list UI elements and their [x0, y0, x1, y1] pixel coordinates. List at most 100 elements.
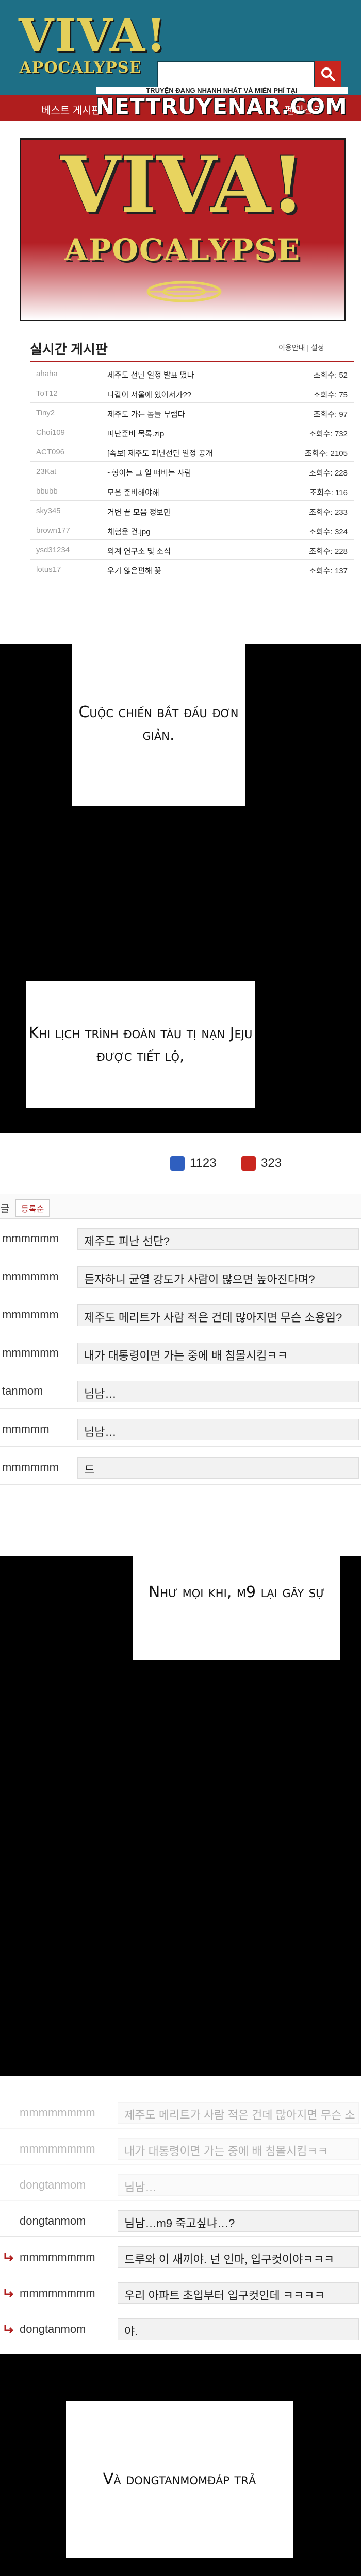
- board-row[interactable]: ahaha 제주도 선단 일정 발표 떴다 조회수: 52: [30, 365, 354, 383]
- banner-subtitle: APOCALYPSE: [64, 232, 301, 267]
- comment-nick[interactable]: mmmmmm: [2, 1346, 59, 1360]
- search-button[interactable]: [315, 61, 341, 88]
- board-row-title: 피난준비 목록.zip: [107, 430, 165, 438]
- board-row-author: ToT12: [36, 389, 58, 398]
- comment-nick[interactable]: mmmmmm: [2, 1270, 59, 1283]
- comment-text: 드루와 이 새끼야. 넌 인마, 입구컷이야ㅋㅋㅋ: [118, 2246, 359, 2268]
- comment-row: dongtanmom 님남…: [0, 2169, 361, 2201]
- forum-screenshot: VIVA! APOCALYPSE 베스트 게시판 펜미스크 TRUYỆN ĐAN…: [0, 0, 361, 644]
- banner: VIVA! APOCALYPSE: [20, 138, 346, 321]
- comment-row: mmmmmm 제주도 메리트가 사람 적은 건데 많아지면 무슨 소용임?: [0, 1297, 361, 1332]
- board-row-title: 제주도 가는 놈들 부럽다: [107, 410, 185, 419]
- search-icon: [321, 67, 335, 81]
- comment-row: mmmmmm 내가 대통령이면 가는 중에 배 침몰시킴ㅋㅋ: [0, 1335, 361, 1370]
- comment-row: mmmmmmmm 내가 대통령이면 가는 중에 배 침몰시킴ㅋㅋ: [0, 2133, 361, 2165]
- site-logo[interactable]: VIVA! APOCALYPSE: [19, 8, 167, 83]
- comment-text: 듣자하니 균열 강도가 사람이 많으면 높아진다며?: [77, 1266, 359, 1288]
- dislike-button[interactable]: 323: [241, 1156, 282, 1171]
- board-row-author: ysd31234: [36, 546, 70, 554]
- board-row-views: 조회수: 97: [313, 410, 348, 419]
- comment-row: mmmmmm 드: [0, 1450, 361, 1485]
- thumbs-up-icon: [170, 1156, 185, 1171]
- like-button[interactable]: 1123: [170, 1156, 217, 1171]
- board-row-author: bbubb: [36, 487, 58, 496]
- comment-text: 님남…m9 죽고싶냐…?: [118, 2210, 359, 2232]
- board-row[interactable]: 23Kat ~형이는 그 일 떠버는 사람 조회수: 228: [30, 463, 354, 481]
- board-row-title: 외계 연구소 및 소식: [107, 547, 171, 556]
- comment-text: 제주도 피난 선단?: [77, 1228, 359, 1250]
- thumbs-down-icon: [241, 1156, 256, 1171]
- board-row[interactable]: Choi109 피난준비 목록.zip 조회수: 732: [30, 423, 354, 442]
- reply-arrow-icon: [4, 2325, 14, 2334]
- reply-arrow-icon: [4, 2253, 14, 2262]
- board-row-author: sky345: [36, 506, 61, 515]
- comment-nick[interactable]: mmmmmm: [2, 1232, 59, 1245]
- comments-screenshot-2: mmmmmmmm 제주도 메리트가 사람 적은 건데 많아지면 무슨 소 mmmmm…: [0, 2076, 361, 2354]
- comment-text: 야.: [118, 2318, 359, 2340]
- board-row-author: Tiny2: [36, 409, 55, 417]
- comment-text: 님남…: [118, 2174, 359, 2196]
- sort-register-button[interactable]: 등록순: [15, 1199, 50, 1217]
- board-row[interactable]: ACT096 [속보] 제주도 피난선단 일정 공개 조회수: 2105: [30, 443, 354, 462]
- comment-row: tanmom 님남…: [0, 1374, 361, 1409]
- board-row[interactable]: ysd31234 외계 연구소 및 소식 조회수: 228: [30, 541, 354, 560]
- comment-text: 제주도 메리트가 사람 적은 건데 많아지면 무슨 소: [118, 2102, 359, 2124]
- board-row-title: ~형이는 그 일 떠버는 사람: [107, 469, 192, 478]
- comments-screenshot: 1123 323 글 등록순 mmmmmm 제주도 피난 선단? mmmmmm 듣자하…: [0, 1133, 361, 1556]
- comment-row: dongtanmom 야.: [0, 2313, 361, 2345]
- board-row-title: 모음 준비해야해: [107, 488, 159, 497]
- board-row-views: 조회수: 137: [309, 567, 348, 575]
- emblem-icon: [146, 281, 222, 302]
- comment-nick[interactable]: mmmmm: [2, 1422, 50, 1436]
- board-row-author: ahaha: [36, 369, 58, 378]
- board-row-title: 체험운 건.jpg: [107, 528, 151, 536]
- comment-row: mmmmmmmm 드루와 이 새끼야. 넌 인마, 입구컷이야ㅋㅋㅋ: [0, 2241, 361, 2273]
- caption-text: Như mọi khi, m9 lại gây sự: [148, 1583, 325, 1601]
- watermark: TRUYỆN ĐANG NHANH NHẤT VÀ MIỄN PHÍ TẠI N…: [96, 87, 348, 119]
- comment-row: mmmmm 님남…: [0, 1412, 361, 1447]
- comment-nick[interactable]: dongtanmom: [20, 2214, 86, 2228]
- search-input[interactable]: [157, 61, 315, 88]
- banner-title: VIVA!: [60, 140, 305, 230]
- comments-header: 글 등록순: [0, 1194, 361, 1219]
- comment-nick[interactable]: tanmom: [2, 1384, 43, 1398]
- board-row-views: 조회수: 228: [309, 469, 348, 478]
- comment-text: 우리 아파트 초입부터 입구컷인데 ㅋㅋㅋㅋ: [118, 2282, 359, 2304]
- caption-box: Cuộc chiến bắt đầu đơn giản.: [72, 641, 245, 806]
- board-row-views: 조회수: 228: [309, 547, 348, 556]
- board-row-author: brown177: [36, 526, 70, 535]
- caption-text: Cuộc chiến bắt đầu đơn giản.: [78, 703, 239, 744]
- board-row-title: 우기 않은편해 꽃: [107, 567, 161, 575]
- comment-nick[interactable]: mmmmmm: [2, 1461, 59, 1474]
- board-row[interactable]: brown177 체험운 건.jpg 조회수: 324: [30, 521, 354, 540]
- board-row-views: 조회수: 2105: [304, 449, 348, 458]
- logo-subtitle: APOCALYPSE: [19, 59, 142, 77]
- board-row-views: 조회수: 324: [309, 528, 348, 536]
- board-row[interactable]: ToT12 다같이 서울에 있어서가?? 조회수: 75: [30, 384, 354, 403]
- board-row[interactable]: lotus17 우기 않은편해 꽃 조회수: 137: [30, 561, 354, 579]
- board-row[interactable]: sky345 거변 끝 모음 정보만 조회수: 233: [30, 502, 354, 520]
- comment-nick[interactable]: mmmmmmmm: [20, 2106, 95, 2120]
- comment-nick[interactable]: dongtanmom: [20, 2178, 86, 2192]
- comment-nick[interactable]: mmmmmm: [2, 1308, 59, 1321]
- comment-nick[interactable]: mmmmmmmm: [20, 2250, 95, 2264]
- logo-title: VIVA!: [19, 8, 167, 62]
- board-row-author: lotus17: [36, 565, 61, 574]
- board-row[interactable]: bbubb 모음 준비해야해 조회수: 116: [30, 482, 354, 501]
- comment-nick[interactable]: mmmmmmmm: [20, 2142, 95, 2156]
- board-row-author: Choi109: [36, 428, 65, 437]
- comment-nick[interactable]: dongtanmom: [20, 2323, 86, 2336]
- comment-row: mmmmmm 제주도 피난 선단?: [0, 1221, 361, 1256]
- caption-text: Và dongtanmomđáp trả: [103, 2470, 256, 2488]
- comment-row: dongtanmom 님남…m9 죽고싶냐…?: [0, 2205, 361, 2237]
- board-row-title: [속보] 제주도 피난선단 일정 공개: [107, 449, 213, 458]
- comment-text: 님남…: [77, 1419, 359, 1440]
- board-row-title: 다같이 서울에 있어서가??: [107, 391, 192, 399]
- watermark-site: NETTRUYENAR.COM: [96, 94, 348, 119]
- board-divider: [30, 361, 354, 362]
- reply-arrow-icon: [4, 2289, 14, 2298]
- board-links[interactable]: 이용안내 | 설정: [278, 343, 324, 353]
- comment-nick[interactable]: mmmmmmmm: [20, 2286, 95, 2300]
- nav-item-best[interactable]: 베스트 게시판: [41, 102, 101, 117]
- board-row[interactable]: Tiny2 제주도 가는 놈들 부럽다 조회수: 97: [30, 404, 354, 422]
